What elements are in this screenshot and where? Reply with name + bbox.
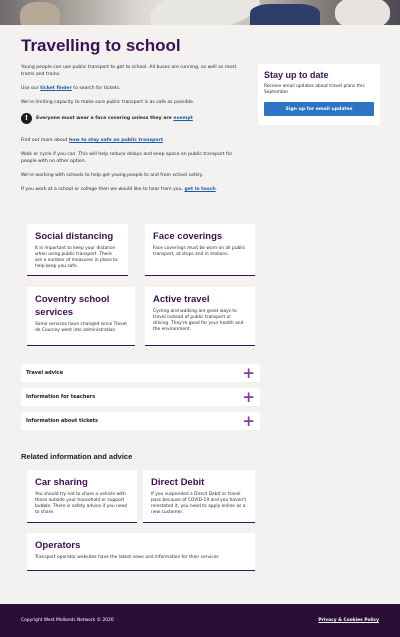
- ticket-finder-link[interactable]: ticket finder: [40, 86, 72, 91]
- card-title: Social distancing: [35, 231, 114, 242]
- card-active-travel[interactable]: Active travel Cycling and walking are gr…: [145, 287, 255, 346]
- card-title: Coventry school services: [35, 294, 110, 318]
- card-social-distancing[interactable]: Social distancing It is important to kee…: [27, 224, 128, 276]
- text: .: [163, 138, 165, 143]
- exempt-link[interactable]: exempt: [173, 116, 192, 121]
- text: If you work at a school or college then …: [21, 187, 185, 192]
- card-title: Operators: [35, 540, 81, 551]
- card-title: Active travel: [153, 294, 210, 305]
- intro-content: Young people can use public transport to…: [21, 64, 246, 200]
- accordion-information-about-tickets[interactable]: Information about tickets +: [21, 412, 260, 430]
- stay-up-to-date-heading: Stay up to date: [264, 70, 329, 80]
- intro-paragraph: We're working with schools to help get y…: [21, 173, 204, 178]
- accordion-label: Information for teachers: [26, 394, 96, 400]
- card-direct-debit[interactable]: Direct Debit If you suspended a Direct D…: [143, 470, 255, 523]
- plus-icon[interactable]: +: [242, 390, 255, 405]
- text: Find out more about: [21, 138, 69, 143]
- text: .: [215, 187, 218, 192]
- copyright-text: Copyright West Midlands Network © 2020: [21, 618, 114, 623]
- stay-up-to-date-text: Receive email updates about travel plans…: [264, 84, 365, 95]
- privacy-policy-link[interactable]: Privacy & Cookies Policy: [318, 618, 379, 623]
- site-footer: Copyright West Midlands Network © 2020 P…: [0, 604, 400, 637]
- card-title: Face coverings: [153, 231, 223, 242]
- stay-safe-link[interactable]: how to stay safe on public transport: [69, 138, 163, 143]
- card-text: Transport operator websites have the lat…: [35, 555, 219, 560]
- card-operators[interactable]: Operators Transport operator websites ha…: [27, 533, 255, 571]
- intro-paragraph: Young people can use public transport to…: [21, 65, 237, 77]
- card-text: It is important to keep your distance wh…: [35, 246, 118, 269]
- plus-icon[interactable]: +: [242, 366, 255, 381]
- exclamation-icon: !: [21, 113, 32, 124]
- intro-paragraph: If you work at a school or college then …: [21, 186, 246, 193]
- intro-paragraph: Walk or cycle if you can. This will help…: [21, 152, 233, 164]
- hero-image: [0, 0, 400, 25]
- card-text: You should try not to share a vehicle wi…: [35, 492, 128, 515]
- card-car-sharing[interactable]: Car sharing You should try not to share …: [27, 470, 137, 523]
- card-text: Cycling and walking are great ways to tr…: [153, 309, 244, 332]
- face-covering-warning: ! Everyone must wear a face covering unl…: [21, 113, 246, 124]
- text: Everyone must wear a face covering unles…: [36, 116, 174, 121]
- card-text: If you suspended a Direct Debit or trave…: [151, 492, 247, 515]
- card-title: Car sharing: [35, 477, 88, 488]
- accordion-information-for-teachers[interactable]: Information for teachers +: [21, 388, 260, 406]
- card-title: Direct Debit: [151, 477, 205, 488]
- page-title: Travelling to school: [21, 36, 181, 55]
- stay-up-to-date-panel: Stay up to date Receive email updates ab…: [258, 64, 380, 125]
- email-signup-button[interactable]: Sign up for email updates: [264, 102, 374, 116]
- card-text: Some services have changed since Travel …: [35, 322, 127, 333]
- get-in-touch-link[interactable]: get in touch: [184, 187, 215, 192]
- intro-paragraph: Find out more about how to stay safe on …: [21, 137, 246, 144]
- intro-paragraph: We're limiting capacity to make sure pub…: [21, 100, 195, 105]
- card-coventry-school-services[interactable]: Coventry school services Some services h…: [27, 287, 135, 346]
- accordion-label: Travel advice: [26, 370, 64, 376]
- text: to search for tickets.: [71, 86, 121, 91]
- warning-text: Everyone must wear a face covering unles…: [36, 115, 193, 122]
- accordion-label: Information about tickets: [26, 418, 99, 424]
- related-heading: Related information and advice: [21, 452, 133, 461]
- card-text: Face coverings must be worn on all publi…: [153, 246, 246, 257]
- accordion-travel-advice[interactable]: Travel advice +: [21, 364, 260, 382]
- intro-paragraph: Use our ticket finder to search for tick…: [21, 85, 246, 92]
- card-face-coverings[interactable]: Face coverings Face coverings must be wo…: [145, 224, 255, 276]
- plus-icon[interactable]: +: [242, 414, 255, 429]
- text: Use our: [21, 86, 41, 91]
